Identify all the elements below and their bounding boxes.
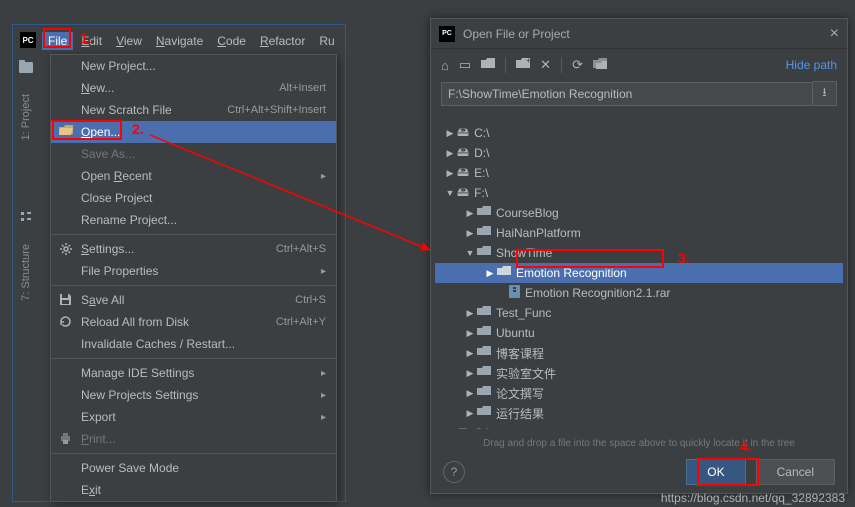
menu-code[interactable]: Code [211,32,252,50]
save-icon [59,293,72,309]
path-input[interactable] [441,82,813,106]
open-file-dialog: PC Open File or Project × ⌂ ▭ + ✕ ⟳ Hide… [430,18,848,494]
annotation-3: 3. [678,250,690,266]
tree-folder[interactable]: ▶CourseBlog [435,203,843,223]
project-tool-icon[interactable] [19,60,33,74]
home-icon[interactable]: ⌂ [441,58,449,73]
tree-folder[interactable]: ▶运行结果 [435,403,843,423]
folder-icon [497,266,511,280]
menu-file-props[interactable]: File Properties▸ [51,260,336,282]
tree-folder-emotion[interactable]: ▶Emotion Recognition [435,263,843,283]
print-icon [59,432,72,448]
project-dir-icon[interactable] [481,58,495,73]
menu-new[interactable]: New...Alt+Insert [51,77,336,99]
drive-icon: 🖴 [457,123,469,144]
menu-open[interactable]: Open... [51,121,336,143]
project-tool-label[interactable]: 1: Project [20,94,32,140]
drive-icon: 🖴 [457,163,469,184]
menu-reload[interactable]: Reload All from DiskCtrl+Alt+Y [51,311,336,333]
dialog-title: Open File or Project [463,27,570,41]
annotation-4: 4. [740,438,752,454]
tree-drive-g[interactable]: ▶🖴G:\ [435,423,843,429]
reload-icon [59,315,72,331]
file-menu-popup: New Project... New...Alt+Insert New Scra… [50,54,337,502]
folder-icon [477,206,491,220]
drive-icon: 🖴 [457,143,469,164]
menu-exit[interactable]: Exit [51,479,336,501]
open-folder-icon [59,125,73,139]
menu-close-project[interactable]: Close Project [51,187,336,209]
menu-new-proj-settings[interactable]: New Projects Settings▸ [51,384,336,406]
help-button[interactable]: ? [443,461,465,483]
menu-print: Print... [51,428,336,450]
menu-navigate[interactable]: Navigate [150,32,209,50]
folder-icon [477,366,491,380]
show-hidden-icon[interactable] [593,58,607,73]
menu-export[interactable]: Export▸ [51,406,336,428]
tree-folder[interactable]: ▶博客课程 [435,343,843,363]
menu-new-scratch[interactable]: New Scratch FileCtrl+Alt+Shift+Insert [51,99,336,121]
settings-icon [59,242,73,259]
menu-run[interactable]: Ru [313,32,340,50]
menu-refactor[interactable]: Refactor [254,32,311,50]
watermark: https://blog.csdn.net/qq_32892383 [661,491,845,505]
desktop-icon[interactable]: ▭ [459,57,471,73]
archive-icon [509,285,520,301]
dialog-close-icon[interactable]: × [830,25,839,43]
drive-icon: 🖴 [457,183,469,204]
dialog-app-icon: PC [439,26,455,42]
menu-save-as: Save As... [51,143,336,165]
ok-button[interactable]: OK [686,459,745,485]
new-folder-icon[interactable]: + [516,58,530,73]
folder-icon [477,246,491,260]
menu-save-all[interactable]: Save AllCtrl+S [51,289,336,311]
app-icon: PC [20,32,36,48]
cancel-button[interactable]: Cancel [756,459,835,485]
annotation-2: 2. [132,121,144,137]
menu-settings[interactable]: Settings...Ctrl+Alt+S [51,238,336,260]
tree-folder[interactable]: ▶HaiNanPlatform [435,223,843,243]
folder-icon [477,306,491,320]
tree-folder[interactable]: ▼ShowTime [435,243,843,263]
menu-open-recent[interactable]: Open Recent▸ [51,165,336,187]
menu-manage-ide[interactable]: Manage IDE Settings▸ [51,362,336,384]
menu-rename-project[interactable]: Rename Project... [51,209,336,231]
menu-file[interactable]: File [42,32,73,50]
annotation-1: 1. [80,30,92,46]
folder-icon [477,406,491,420]
tree-drive-e[interactable]: ▶🖴E:\ [435,163,843,183]
folder-icon [477,326,491,340]
file-tree[interactable]: ▶🖴C:\ ▶🖴D:\ ▶🖴E:\ ▼🖴F:\ ▶CourseBlog ▶Hai… [435,119,843,429]
tree-drive-c[interactable]: ▶🖴C:\ [435,123,843,143]
folder-icon [477,346,491,360]
tree-drive-f[interactable]: ▼🖴F:\ [435,183,843,203]
refresh-icon[interactable]: ⟳ [572,57,583,73]
menu-power-save[interactable]: Power Save Mode [51,457,336,479]
tree-file[interactable]: ▶Emotion Recognition2.1.rar [435,283,843,303]
folder-icon [477,226,491,240]
tree-folder[interactable]: ▶Ubuntu [435,323,843,343]
folder-icon [477,386,491,400]
drive-icon: 🖴 [457,423,469,430]
tree-folder[interactable]: ▶Test_Func [435,303,843,323]
delete-icon[interactable]: ✕ [540,57,551,73]
menu-invalidate[interactable]: Invalidate Caches / Restart... [51,333,336,355]
menu-view[interactable]: View [110,32,148,50]
hide-path-link[interactable]: Hide path [786,58,837,72]
structure-tool-label[interactable]: 7: Structure [20,244,32,301]
svg-text:+: + [526,58,530,65]
tree-drive-d[interactable]: ▶🖴D:\ [435,143,843,163]
dialog-hint: Drag and drop a file into the space abov… [431,438,847,449]
menu-new-project[interactable]: New Project... [51,55,336,77]
history-dropdown-icon[interactable]: ⭳ [813,81,837,106]
structure-tool-icon[interactable] [19,210,33,224]
tree-folder[interactable]: ▶实验室文件 [435,363,843,383]
tree-folder[interactable]: ▶论文撰写 [435,383,843,403]
